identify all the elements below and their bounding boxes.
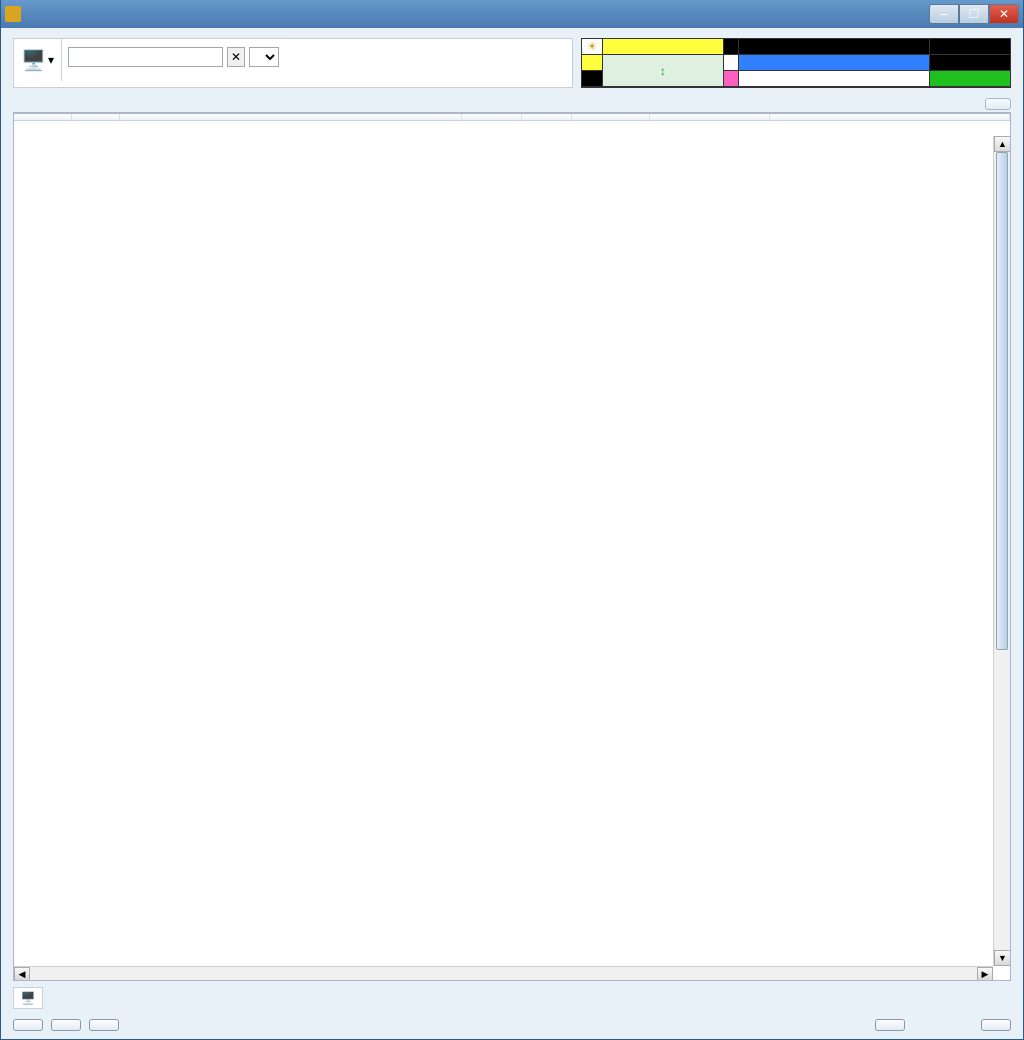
titlebar[interactable]: ─ ☐ ✕ [1, 0, 1023, 28]
status-icon: 🖥️ [13, 987, 43, 1009]
footer [13, 1015, 1011, 1031]
process-table: ▲ ▼ ◀ ▶ [13, 113, 1011, 981]
status-bar: 🖥️ [13, 981, 1011, 1015]
vertical-scrollbar[interactable]: ▲ ▼ [993, 136, 1010, 966]
col-description[interactable] [770, 114, 1010, 120]
col-platform[interactable] [462, 114, 522, 120]
pink-indicator [724, 71, 738, 86]
status-grid: ☀ ↕ [581, 38, 1011, 88]
col-pid[interactable] [14, 114, 72, 120]
scroll-down-arrow[interactable]: ▼ [994, 950, 1011, 966]
horizontal-scrollbar[interactable]: ◀ ▶ [14, 966, 993, 980]
green-indicator [930, 71, 1010, 86]
clear-filter-button[interactable]: ✕ [227, 47, 245, 67]
table-body[interactable] [14, 121, 1010, 980]
scroll-thumb[interactable] [996, 152, 1008, 650]
monitor-button[interactable] [51, 1019, 81, 1031]
sun-icon: ☀ [582, 39, 602, 54]
maximize-button[interactable]: ☐ [959, 4, 989, 24]
blue-indicator [739, 55, 929, 70]
app-icon [5, 6, 21, 22]
desktop-explorer-button[interactable] [985, 98, 1011, 110]
uptime [603, 39, 723, 54]
process-filter-select[interactable] [249, 47, 279, 67]
graph-cell: ↕ [603, 55, 723, 86]
close-button[interactable]: ✕ [989, 4, 1019, 24]
app-window: ─ ☐ ✕ 🖥️▾ ✕ ☀ [0, 0, 1024, 1040]
power-label [930, 39, 1010, 54]
col-name[interactable] [120, 114, 462, 120]
name-filter-input[interactable] [68, 47, 223, 67]
col-session[interactable] [72, 114, 120, 120]
col-created[interactable] [650, 114, 770, 120]
yellow-indicator [582, 55, 602, 70]
mem-top-label [930, 55, 1010, 70]
header-panel: 🖥️▾ ✕ [13, 38, 573, 88]
table-header[interactable] [14, 114, 1010, 121]
scroll-left-arrow[interactable]: ◀ [14, 967, 30, 981]
mem-label [582, 71, 602, 86]
col-cpu[interactable] [522, 114, 572, 120]
tab-row [13, 98, 1011, 113]
val1 [724, 55, 738, 70]
disk-indicator [724, 39, 738, 54]
scroll-right-arrow[interactable]: ▶ [977, 967, 993, 981]
col-private[interactable] [572, 114, 650, 120]
minimize-all-button[interactable] [981, 1019, 1011, 1031]
terminate-button[interactable] [13, 1019, 43, 1031]
val2 [739, 71, 929, 86]
cleanup-button[interactable] [875, 1019, 905, 1031]
system-icon-dropdown[interactable]: 🖥️▾ [14, 39, 62, 81]
windows-button[interactable] [89, 1019, 119, 1031]
scroll-up-arrow[interactable]: ▲ [994, 136, 1011, 152]
disk-label [739, 39, 929, 54]
minimize-button[interactable]: ─ [929, 4, 959, 24]
